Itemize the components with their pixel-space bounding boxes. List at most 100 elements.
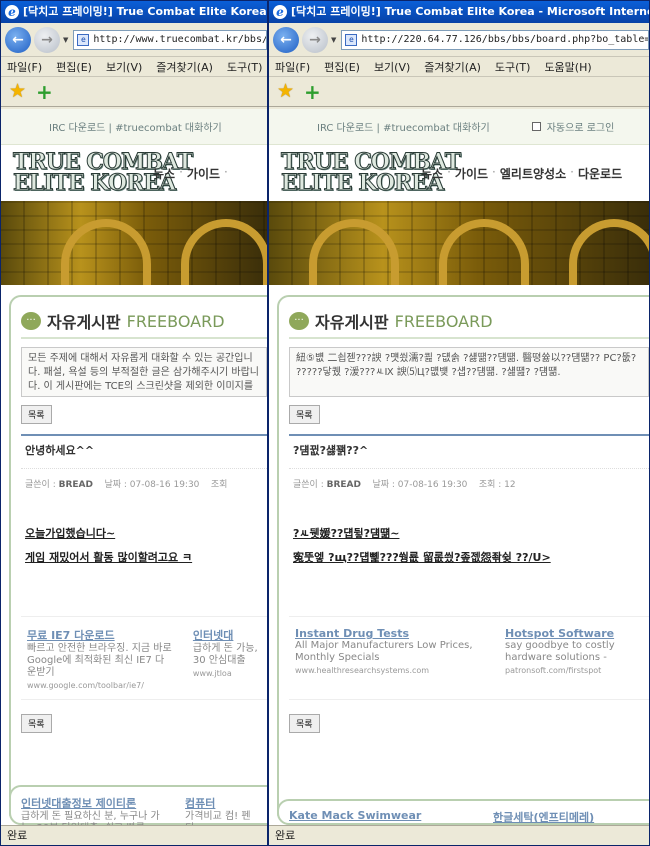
menu-view[interactable]: 보기(V) [374,59,410,75]
post-author[interactable]: BREAD [59,480,93,490]
irc-strip: IRC 다운로드 | #truecombat 대화하기 [1,109,267,145]
post-date: 날짜 : 07-08-16 19:30 [372,480,468,490]
post-meta: 글쓴이 : BREAD 날짜 : 07-08-16 19:30 조회 [21,468,267,498]
menu-bar: 파일(F) 편집(E) 보기(V) 즐겨찾기(A) 도구(T) 도움말(H) [269,57,649,77]
irc-link[interactable]: IRC 다운로드 | #truecombat 대화하기 [317,119,490,134]
forward-button[interactable]: → [302,26,328,53]
menu-file[interactable]: 파일(F) [275,59,310,75]
ad-item[interactable]: Hotspot Software say goodbye to costly h… [505,627,635,689]
page-content: IRC 다운로드 | #truecombat 대화하기 TRUE COMBAT … [1,109,267,825]
site-header: TRUE COMBAT ELITE KOREA 뉴스 · 가이드 · [1,145,267,201]
ie-icon: e [273,5,287,19]
title-bar[interactable]: e [닥치고 프레이밍!] True Combat Elite Korea [1,1,267,23]
chat-bubble-icon: ··· [289,312,309,330]
address-bar[interactable]: e http://www.truecombat.kr/bbs/b [73,29,267,50]
ad-block: 무료 IE7 다운로드 빠르고 안전한 브라우징. 지금 바로 Google에 … [21,616,267,700]
board-header: ··· 자유게시판 FREEBOARD [21,305,267,339]
list-button[interactable]: 목록 [289,405,320,424]
hero-banner [269,201,649,285]
menu-favorites[interactable]: 즐겨찾기(A) [424,59,481,75]
menu-view[interactable]: 보기(V) [106,59,142,75]
list-button-bottom[interactable]: 목록 [21,714,52,733]
menu-tools[interactable]: 도구(T) [495,59,531,75]
favorites-star-icon[interactable]: ★ [277,82,294,101]
board-title: 자유게시판 [315,313,389,332]
menu-tools[interactable]: 도구(T) [227,59,263,75]
post-body: ?ㅻ뒛媛??덉뒿?덈떎~ 寃뚯엫 ?щ??덉뼱???쒕룞 留롮씠?좊젮怨좎슂 ?… [289,522,649,570]
page-icon: e [345,33,358,46]
address-url: http://www.truecombat.kr/bbs/b [93,34,267,45]
site-logo[interactable]: TRUE COMBAT ELITE KOREA [13,151,194,195]
post-line-1: 오늘가입했습니다~ [25,527,116,540]
board-title: 자유게시판 [47,313,121,332]
post-views: 조회 [210,480,228,490]
site-nav: 뉴스 · 가이드 · 엘리트양성소 · 다운로드 [421,164,623,182]
favorites-bar: ★ + [1,77,267,107]
menu-favorites[interactable]: 즐겨찾기(A) [156,59,213,75]
ad-item[interactable]: 인터넷대출정보 제이티론 급하게 돈 필요하신 분, 누구나 가능, 30분 당… [21,795,171,825]
post-body: 오늘가입했습니다~ 게임 재밌어서 활동 많이할려고요 ㅋ [21,522,267,570]
board-header: ··· 자유게시판 FREEBOARD [289,305,649,339]
navigation-bar: ← → ▼ e http://www.truecombat.kr/bbs/b [1,23,267,57]
status-bar: 완료 [1,825,267,845]
favorites-star-icon[interactable]: ★ [9,82,26,101]
browser-window-right: e [닥치고 프레이밍!] True Combat Elite Korea - … [268,0,650,846]
address-url: http://220.64.77.126/bbs/bbs/board.php?b… [361,34,648,45]
board-notice: 紐⑤뱺 二쇱젣???諛 ?먯쑀濡?쾶 ?덊솕 ?섏떎??덈떎. 醫뗭쓣以??덈떎… [289,347,649,397]
menu-help[interactable]: 도움말(H) [544,59,591,75]
page-icon: e [77,33,90,46]
nav-news[interactable]: 뉴스 [153,165,175,182]
history-dropdown-icon[interactable]: ▼ [331,36,336,44]
ad-panel-bottom: 인터넷대출정보 제이티론 급하게 돈 필요하신 분, 누구나 가능, 30분 당… [9,785,267,825]
add-favorite-icon[interactable]: + [304,82,321,102]
menu-edit[interactable]: 편집(E) [324,59,360,75]
ad-block: Instant Drug Tests All Major Manufacture… [289,616,649,700]
page-content: IRC 다운로드 | #truecombat 대화하기 자동으로 로그인 TRU… [269,109,649,825]
post-line-1: ?ㅻ뒛媛??덉뒿?덈떎~ [293,527,400,540]
window-title: [닥치고 프레이밍!] True Combat Elite Korea - Mi… [291,5,649,18]
address-bar[interactable]: e http://220.64.77.126/bbs/bbs/board.php… [341,29,649,50]
menu-file[interactable]: 파일(F) [7,59,42,75]
nav-download[interactable]: 다운로드 [578,165,622,182]
hero-banner [1,201,267,285]
autologin-label: 자동으로 로그인 [546,123,615,134]
menu-edit[interactable]: 편집(E) [56,59,92,75]
post-author[interactable]: BREAD [327,480,361,490]
board-subtitle: FREEBOARD [126,311,225,331]
post-title: 안녕하세요^^ [21,434,267,464]
ad-item[interactable]: Instant Drug Tests All Major Manufacture… [295,627,485,689]
list-button-bottom[interactable]: 목록 [289,714,320,733]
post-views: 조회 : 12 [478,480,516,490]
post-line-2: 게임 재밌어서 활동 많이할려고요 ㅋ [25,551,193,564]
ad-item[interactable]: 인터넷대 급하게 돈 가능, 30 안심대출 www.jtloa [193,627,261,689]
title-bar[interactable]: e [닥치고 프레이밍!] True Combat Elite Korea - … [269,1,649,23]
nav-news[interactable]: 뉴스 [421,165,443,182]
nav-guide[interactable]: 가이드 [455,165,488,182]
browser-window-left: e [닥치고 프레이밍!] True Combat Elite Korea ← … [0,0,268,846]
irc-link[interactable]: IRC 다운로드 | #truecombat 대화하기 [49,119,222,134]
site-logo[interactable]: TRUE COMBAT ELITE KOREA [281,151,462,195]
ad-item[interactable]: 무료 IE7 다운로드 빠르고 안전한 브라우징. 지금 바로 Google에 … [27,627,173,690]
ad-item[interactable]: Kate Mack Swimwear [289,809,479,822]
chat-bubble-icon: ··· [21,312,41,330]
nav-elite[interactable]: 엘리트양성소 [500,165,566,182]
favorites-bar: ★ + [269,77,649,107]
ad-panel-bottom: Kate Mack Swimwear 한글세탁(엔프티메레) [277,799,649,825]
list-button[interactable]: 목록 [21,405,52,424]
post-meta: 글쓴이 : BREAD 날짜 : 07-08-16 19:30 조회 : 12 [289,468,649,498]
board-notice: 모든 주제에 대해서 자유롭게 대화할 수 있는 공간입니다. 패설, 욕설 등… [21,347,267,397]
add-favorite-icon[interactable]: + [36,82,53,102]
back-button[interactable]: ← [5,26,31,53]
post-date: 날짜 : 07-08-16 19:30 [104,480,200,490]
menu-bar: 파일(F) 편집(E) 보기(V) 즐겨찾기(A) 도구(T) [1,57,267,77]
board-panel: ··· 자유게시판 FREEBOARD 紐⑤뱺 二쇱젣???諛 ?먯쑀濡?쾶 ?… [277,295,649,825]
forward-button[interactable]: → [34,26,60,53]
ad-item[interactable]: 컴퓨터 가격비교 컴! 펜티 [185,795,255,825]
ad-item[interactable]: 한글세탁(엔프티메레) [493,809,623,824]
back-button[interactable]: ← [273,26,299,53]
autologin-checkbox[interactable] [531,122,541,131]
nav-guide[interactable]: 가이드 [187,165,220,182]
ie-icon: e [5,5,19,19]
history-dropdown-icon[interactable]: ▼ [63,36,68,44]
site-nav: 뉴스 · 가이드 · [153,164,228,182]
